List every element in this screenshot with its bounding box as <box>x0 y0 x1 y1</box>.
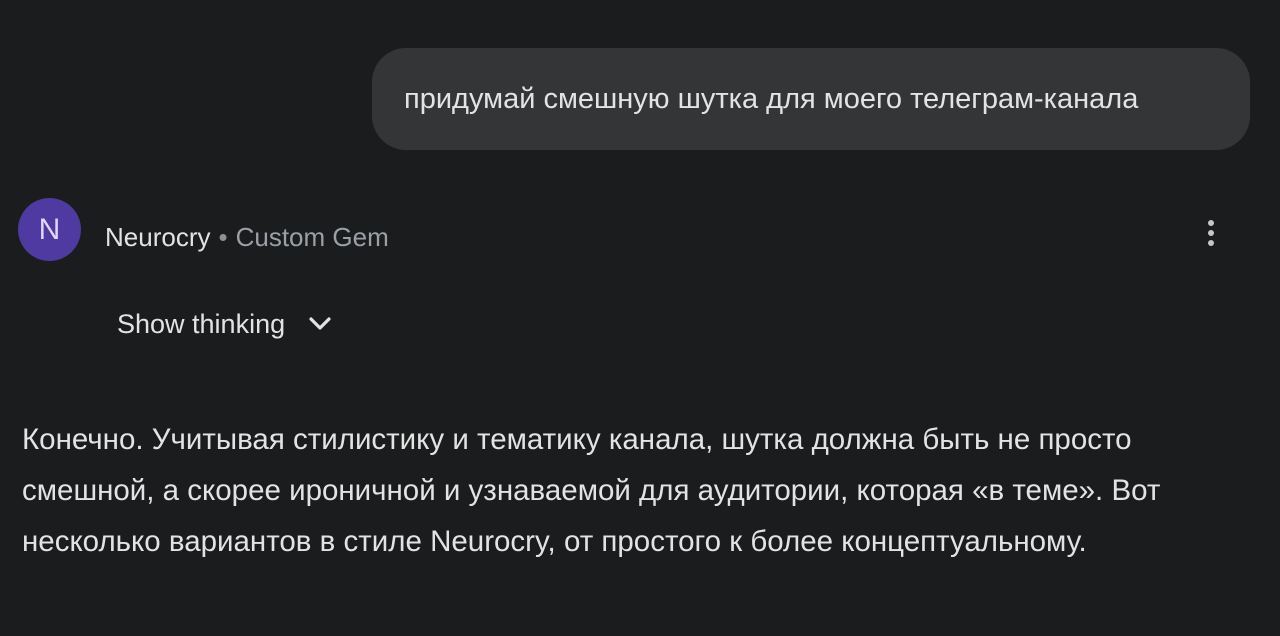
model-subtitle: Custom Gem <box>235 222 389 252</box>
more-vert-icon[interactable] <box>1194 212 1228 254</box>
user-message-bubble: придумай смешную шутка для моего телегра… <box>372 48 1250 150</box>
avatar-letter: N <box>38 212 61 246</box>
model-header: Neurocry • Custom Gem <box>105 221 389 253</box>
more-dot <box>1208 230 1214 236</box>
more-dot <box>1208 220 1214 226</box>
show-thinking-button[interactable]: Show thinking <box>117 306 331 342</box>
response-text: Конечно. Учитывая стилистику и тематику … <box>22 423 1161 558</box>
model-name: Neurocry <box>105 222 211 252</box>
show-thinking-label: Show thinking <box>117 308 286 339</box>
header-separator: • <box>218 222 228 252</box>
more-dot <box>1208 240 1214 246</box>
chevron-down-icon <box>309 317 331 330</box>
user-message-text: придумай смешную шутка для моего телегра… <box>404 82 1139 115</box>
model-avatar: N <box>18 198 81 261</box>
